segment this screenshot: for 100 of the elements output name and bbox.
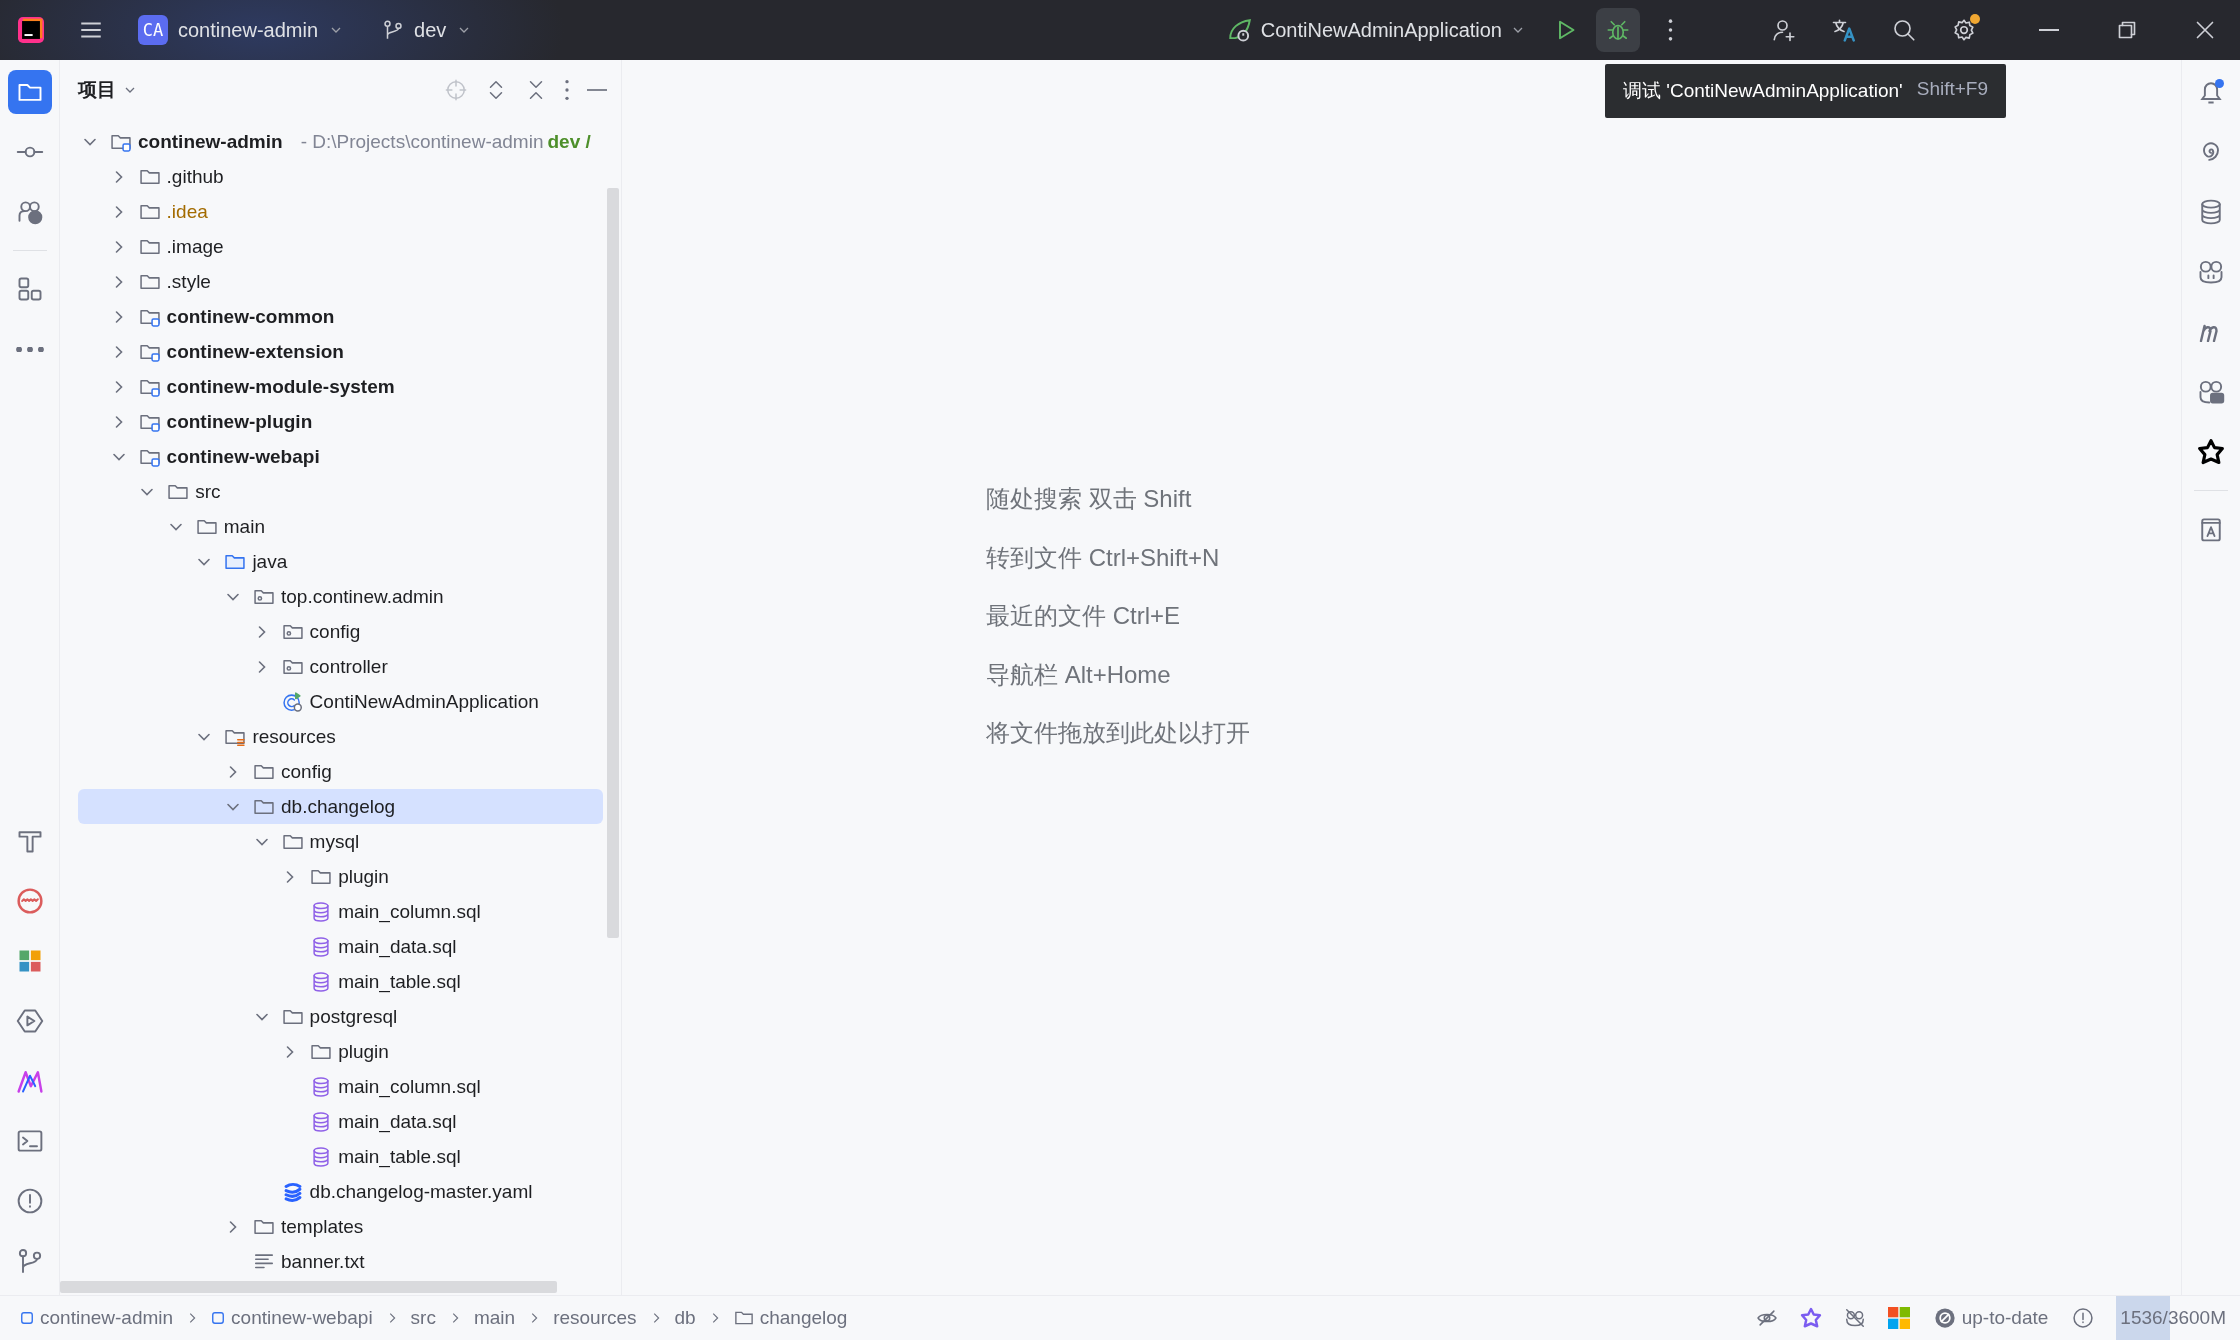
tree-item-label: main — [223, 515, 265, 538]
tree-row[interactable]: main_data.sql — [78, 1104, 603, 1139]
more-vertical-icon — [1667, 19, 1673, 41]
goggles-face-icon[interactable] — [2197, 258, 2225, 286]
tree-item-label: main_data.sql — [338, 1110, 457, 1133]
tree-item-label: db.changelog — [281, 795, 396, 818]
tool-window-button[interactable] — [7, 70, 52, 114]
tree-row[interactable]: continew-module-system — [78, 369, 603, 404]
editor-hint: 将文件拖放到此处以打开 — [986, 718, 1251, 748]
tree-row[interactable]: banner.txt — [78, 1244, 603, 1279]
tree-row[interactable]: continew-extension — [78, 334, 603, 369]
tree-item-label: continew-admin — [138, 130, 283, 153]
tree-item-label: plugin — [338, 865, 389, 888]
tree-row[interactable]: plugin — [78, 859, 603, 894]
profiler-icon — [15, 887, 44, 915]
breadcrumb[interactable]: resources — [551, 1305, 639, 1331]
tree-row[interactable]: main_column.sql — [78, 894, 603, 929]
tree-item-label: .idea — [166, 200, 208, 223]
tree-item-label: java — [252, 550, 288, 573]
circle-slash-icon — [1933, 1307, 1956, 1329]
module-icon — [211, 1311, 226, 1325]
tree-row[interactable]: db.changelog-master.yaml — [78, 1174, 603, 1209]
tree-item-label: .image — [166, 235, 224, 258]
horizontal-scrollbar[interactable] — [60, 1281, 557, 1293]
tree-row[interactable]: java — [78, 544, 603, 579]
project-name: continew-admin — [178, 18, 319, 42]
vertical-scrollbar[interactable] — [607, 188, 619, 938]
tree-item-label: templates — [281, 1215, 364, 1238]
tree-item-label: main_column.sql — [338, 900, 481, 923]
branch-label: dev / — [547, 130, 591, 153]
breadcrumb-label: continew-webapi — [231, 1307, 373, 1329]
vcs-status-text: up-to-date — [1961, 1307, 2049, 1329]
tree-row[interactable]: continew-common — [78, 299, 603, 334]
tree-row[interactable]: continew-webapi — [78, 439, 603, 474]
windows-logo-icon[interactable] — [1887, 1307, 1910, 1329]
breadcrumb[interactable]: continew-webapi — [209, 1305, 375, 1331]
star-knot-icon[interactable] — [2197, 438, 2225, 466]
goggles-off-icon[interactable] — [1843, 1307, 1866, 1329]
tree-row[interactable]: config — [78, 754, 603, 789]
panel-title[interactable]: 项目 — [78, 73, 138, 107]
vcs-status[interactable]: up-to-date — [1931, 1305, 2051, 1331]
tree-row[interactable]: resources — [78, 719, 603, 754]
tree-item-label: main_data.sql — [338, 935, 457, 958]
tree-row[interactable]: db.changelog — [78, 789, 603, 824]
tree-item-label: plugin — [338, 1040, 389, 1063]
tree-item-label: src — [195, 480, 221, 503]
class-icon — [281, 690, 304, 713]
tree-row[interactable]: continew-plugin — [78, 404, 603, 439]
tree-row[interactable]: postgresql — [78, 999, 603, 1034]
tree-row[interactable]: main — [78, 509, 603, 544]
shortcut-text: Shift+F9 — [1916, 78, 1988, 101]
tree-item-label: continew-webapi — [166, 445, 320, 468]
project-badge: CA — [138, 15, 168, 45]
breadcrumb[interactable]: db — [672, 1305, 698, 1331]
star-knot-icon[interactable] — [1799, 1307, 1822, 1329]
tree-row[interactable]: main_table.sql — [78, 1139, 603, 1174]
hide-button[interactable] — [585, 87, 609, 93]
tree-row[interactable]: mysql — [78, 824, 603, 859]
breadcrumb[interactable]: continew-admin — [18, 1305, 176, 1331]
run-configuration-name: ContiNewAdminApplication — [1260, 18, 1502, 42]
tree-item-label: main_column.sql — [338, 1075, 481, 1098]
options-button[interactable] — [563, 78, 571, 102]
module-icon — [20, 1311, 34, 1325]
tree-row[interactable]: src — [78, 474, 603, 509]
debug-button[interactable] — [1596, 8, 1640, 52]
chat-icon[interactable] — [2197, 378, 2225, 406]
run-configuration-selector[interactable]: ContiNewAdminApplication — [1222, 13, 1530, 47]
tree-row[interactable]: config — [78, 614, 603, 649]
tree-row[interactable]: controller — [78, 649, 603, 684]
memory-indicator[interactable]: 1536/3600M — [2116, 1296, 2240, 1340]
breadcrumb[interactable]: main — [471, 1305, 518, 1331]
tree-row[interactable]: main_table.sql — [78, 964, 603, 999]
ide-logo-icon[interactable] — [18, 17, 44, 43]
problems-icon[interactable] — [2072, 1307, 2095, 1329]
tree-item-label: mysql — [309, 830, 360, 853]
tree-row[interactable]: top.continew.admin — [78, 579, 603, 614]
tree-row[interactable]: .idea — [78, 194, 603, 229]
tree-row[interactable]: .style — [78, 264, 603, 299]
tree-item-label: .github — [166, 165, 224, 188]
breadcrumb[interactable]: changelog — [731, 1305, 850, 1331]
tree-row[interactable]: .github — [78, 159, 603, 194]
tree-item-label: banner.txt — [281, 1250, 365, 1273]
breadcrumb[interactable]: src — [408, 1305, 438, 1331]
search-icon — [1892, 18, 1916, 42]
tree-row[interactable]: ContiNewAdminApplication — [78, 684, 603, 719]
tree-row[interactable]: .image — [78, 229, 603, 264]
eye-off-icon[interactable] — [1755, 1307, 1778, 1329]
project-path: - D:\Projects\continew-admin — [300, 130, 544, 153]
tree-item-label: db.changelog-master.yaml — [309, 1180, 533, 1203]
breadcrumb-label: continew-admin — [40, 1307, 174, 1329]
tree-row[interactable]: continew-admin - D:\Projects\continew-admin dev / — [78, 124, 603, 159]
user-plus-icon — [1772, 18, 1796, 42]
tree-row[interactable]: main_column.sql — [78, 1069, 603, 1104]
tree-row[interactable]: templates — [78, 1209, 603, 1244]
tree-row[interactable]: plugin — [78, 1034, 603, 1069]
tree-item-label: main_table.sql — [338, 970, 461, 993]
tree-row[interactable]: main_data.sql — [78, 929, 603, 964]
project-selector[interactable]: CA continew-admin — [134, 11, 349, 49]
minimize-icon — [587, 89, 607, 91]
branch-selector[interactable]: dev — [378, 14, 477, 46]
